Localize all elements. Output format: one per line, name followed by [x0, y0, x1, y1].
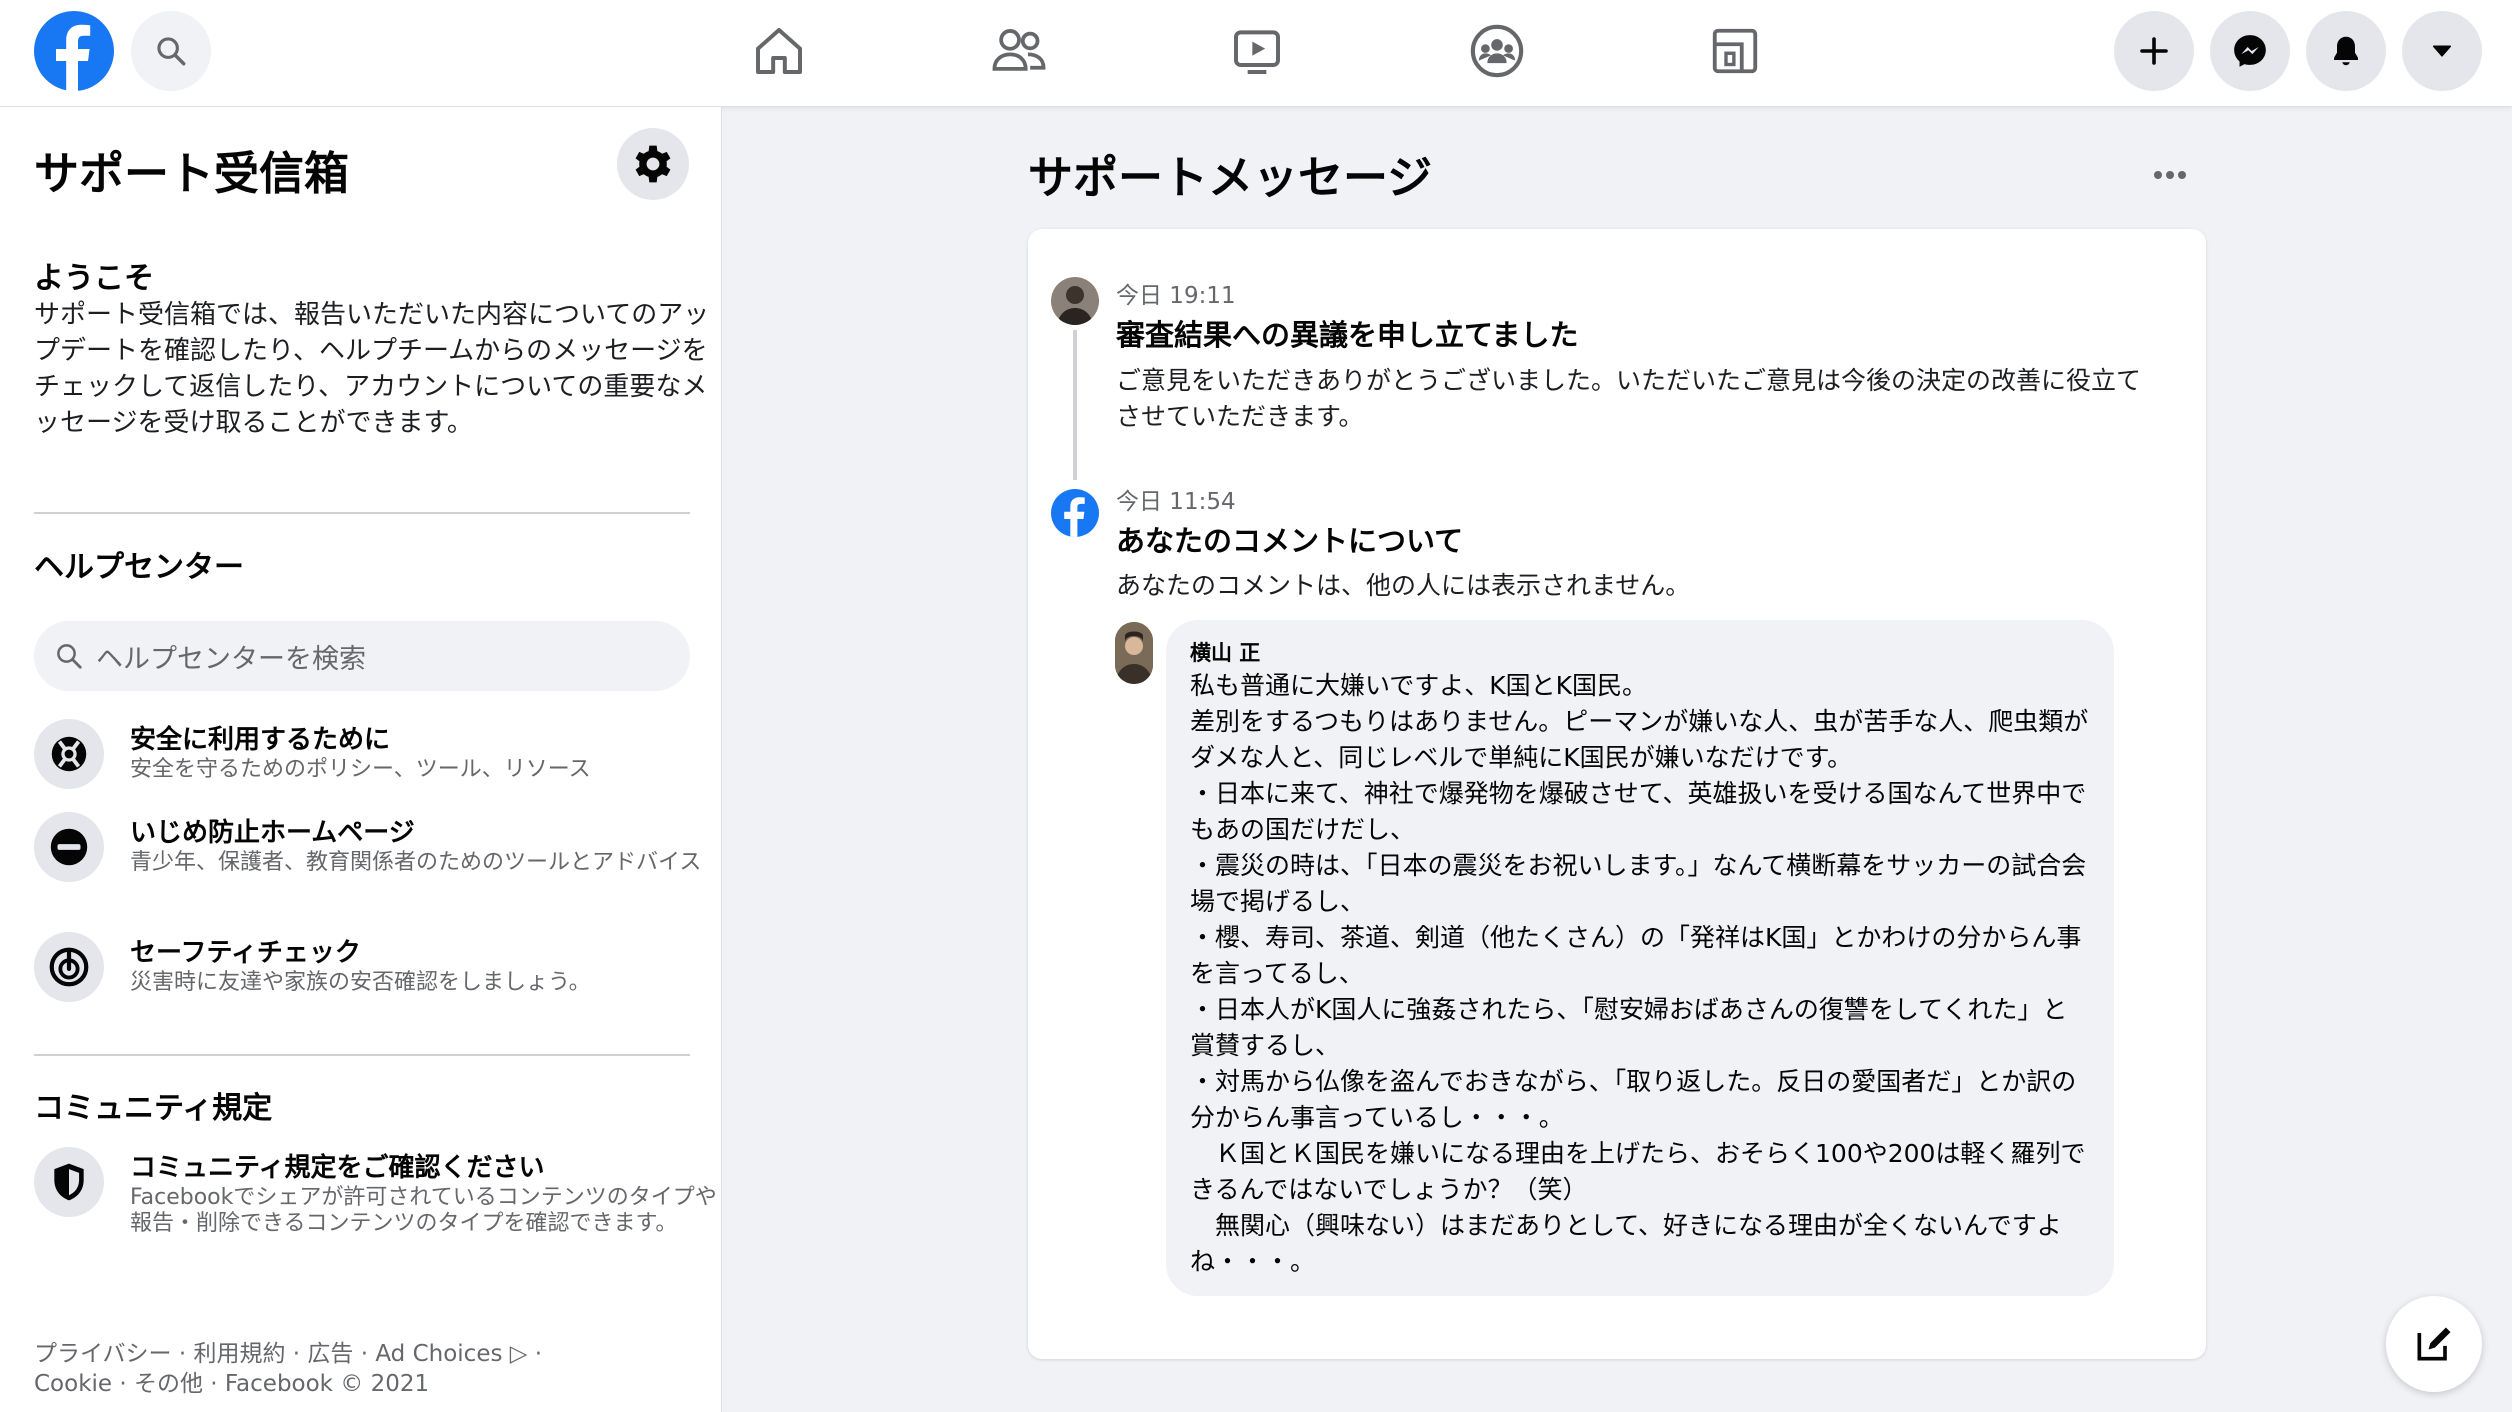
- facebook-logo[interactable]: [34, 11, 114, 92]
- help-item-title: いじめ防止ホームページ: [130, 818, 415, 848]
- more-options-button[interactable]: [2140, 150, 2200, 200]
- support-inbox-sidebar: サポート受信箱 ようこそ サポート受信箱では、報告いただいた内容についてのアップ…: [0, 107, 722, 1412]
- community-standards-item[interactable]: コミュニティ規定をご確認ください Facebookでシェアが許可されているコンテ…: [34, 1147, 717, 1277]
- watch-tab[interactable]: [1222, 18, 1292, 84]
- friends-icon: [992, 29, 1046, 71]
- divider: [34, 512, 690, 514]
- footer-line[interactable]: プライバシー · 利用規約 · 広告 · Ad Choices ▷ ·: [34, 1339, 542, 1369]
- search-icon: [157, 37, 186, 66]
- footer-line[interactable]: Cookie · その他 · Facebook © 2021: [34, 1369, 542, 1399]
- settings-button[interactable]: [617, 128, 689, 200]
- search-button[interactable]: [131, 11, 211, 91]
- home-icon: [756, 28, 802, 74]
- watch-icon: [1234, 30, 1280, 74]
- help-item-bullying-prevention[interactable]: いじめ防止ホームページ 青少年、保護者、教育関係者のためのツールとアドバイス: [34, 812, 714, 912]
- messenger-icon: [2234, 35, 2266, 67]
- message-title: 審査結果への異議を申し立てました: [1116, 318, 1579, 352]
- timeline-connector: [1073, 330, 1077, 480]
- home-tab[interactable]: [744, 18, 814, 84]
- gaming-tab[interactable]: [1700, 18, 1770, 84]
- message-body: ご意見をいただきありがとうございました。いただいたご意見は今後の決定の改善に役立…: [1116, 366, 2142, 431]
- footer-links[interactable]: プライバシー · 利用規約 · 広告 · Ad Choices ▷ · Cook…: [34, 1339, 542, 1399]
- help-center-search-input[interactable]: ヘルプセンターを検索: [34, 621, 690, 691]
- lifebuoy-icon: [34, 719, 104, 789]
- gear-icon: [635, 145, 671, 183]
- search-icon: [57, 644, 82, 669]
- account-menu-button[interactable]: [2402, 11, 2482, 91]
- groups-icon: [1470, 24, 1524, 78]
- notifications-button[interactable]: [2306, 11, 2386, 91]
- groups-tab[interactable]: [1462, 18, 1532, 84]
- gaming-icon: [1712, 28, 1758, 74]
- messenger-button[interactable]: [2210, 11, 2290, 91]
- help-item-title: コミュニティ規定をご確認ください: [130, 1153, 545, 1183]
- avatar: [1051, 277, 1099, 325]
- page-title: サポートメッセージ: [1028, 151, 1433, 204]
- caret-down-icon: [2432, 45, 2452, 57]
- no-entry-icon: [34, 812, 104, 882]
- message-body: あなたのコメントは、他の人には表示されません。: [1116, 571, 1691, 600]
- divider: [34, 1054, 690, 1056]
- help-item-description: 災害時に友達や家族の安否確認をしましょう。: [130, 970, 591, 995]
- new-message-button[interactable]: [2386, 1296, 2482, 1392]
- welcome-text: サポート受信箱では、報告いただいた内容についてのアップデートを確認したり、ヘルプ…: [34, 300, 710, 438]
- friends-tab[interactable]: [984, 18, 1054, 84]
- help-center-heading: ヘルプセンター: [34, 550, 244, 585]
- help-item-description: 安全を守るためのポリシー、ツール、リソース: [130, 757, 591, 782]
- message-timestamp: 今日 19:11: [1116, 283, 1236, 309]
- compose-icon: [2417, 1327, 2451, 1361]
- sidebar-title: サポート受信箱: [34, 147, 350, 200]
- message-timestamp: 今日 11:54: [1116, 489, 1236, 515]
- comment-author-avatar: [1115, 622, 1153, 684]
- community-standards-heading: コミュニティ規定: [34, 1091, 273, 1126]
- create-button[interactable]: [2114, 11, 2194, 91]
- help-item-title: 安全に利用するために: [130, 725, 391, 755]
- help-item-description: Facebookでシェアが許可されているコンテンツのタイプや報告・削除できるコン…: [130, 1185, 717, 1236]
- message-title: あなたのコメントについて: [1116, 524, 1464, 558]
- shield-icon: [34, 1147, 104, 1217]
- help-item-safety[interactable]: 安全に利用するために 安全を守るためのポリシー、ツール、リソース: [34, 719, 714, 793]
- help-search-placeholder: ヘルプセンターを検索: [96, 643, 366, 675]
- plus-icon: [2140, 37, 2168, 65]
- help-item-description: 青少年、保護者、教育関係者のためのツールとアドバイス: [130, 850, 702, 875]
- comment-text: 私も普通に大嫌いですよ、K国とK国民。 差別をするつもりはありません。ピーマンが…: [1190, 671, 2089, 1276]
- bell-icon: [2334, 36, 2358, 66]
- safety-check-icon: [34, 932, 104, 1002]
- reported-comment-bubble: 横山 正 私も普通に大嫌いですよ、K国とK国民。 差別をするつもりはありません。…: [1166, 620, 2114, 1296]
- more-icon: [2154, 171, 2186, 179]
- help-item-safety-check[interactable]: セーフティチェック 災害時に友達や家族の安否確認をしましょう。: [34, 932, 714, 1006]
- help-item-title: セーフティチェック: [130, 938, 361, 968]
- comment-author: 横山 正: [1190, 641, 1261, 665]
- welcome-heading: ようこそ: [34, 261, 154, 296]
- top-navigation-bar: [0, 0, 2512, 107]
- facebook-avatar-icon: [1051, 489, 1099, 537]
